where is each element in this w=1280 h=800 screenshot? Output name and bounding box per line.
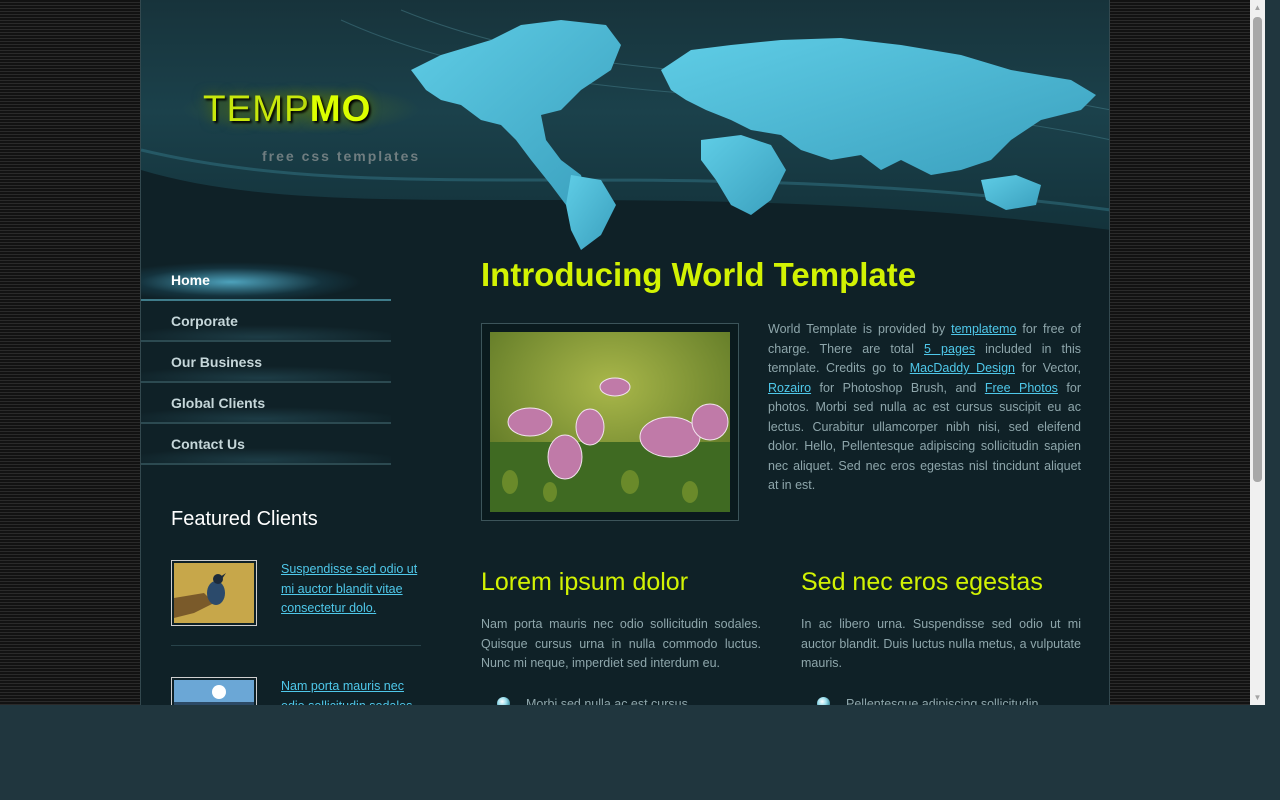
page-title: Introducing World Template [481,256,917,293]
client-link[interactable]: Nam porta mauris nec odio sollicitudin s… [281,677,421,705]
browser-viewport: TEMPMO free css templates Home Corporate… [0,0,1250,705]
vertical-scrollbar[interactable]: ▲ ▼ [1250,0,1265,705]
main-menu: Home Corporate Our Business Global Clien… [141,260,391,465]
bird-photo [174,563,254,623]
column-text: Nam porta mauris nec odio sollicitudin s… [481,617,761,670]
content-column-right: Sed nec eros egestas In ac libero urna. … [801,568,1081,705]
intro-paragraph: World Template is provided by templatemo… [768,320,1081,496]
list-item-text: Pellentesque adipiscing sollicitudin [846,696,1039,706]
site-logo[interactable]: TEMPMO [203,88,371,130]
column-heading: Sed nec eros egestas [801,568,1043,596]
flowers-photo [490,332,730,512]
sky-photo [174,680,254,705]
featured-photo-frame [481,323,739,521]
logo-text-part1: TEMP [203,88,310,129]
intro-text: for Photoshop Brush, and [811,380,985,395]
site-header: TEMPMO free css templates [141,0,1109,250]
intro-text: for Vector, [1015,361,1081,375]
list-item-text: Morbi sed nulla ac est cursus [526,696,688,706]
menu-item-global-clients[interactable]: Global Clients [141,383,391,424]
site-tagline: free css templates [262,148,421,164]
menu-item-our-business[interactable]: Our Business [141,342,391,383]
scrollbar-thumb[interactable] [1253,17,1262,482]
free-photos-link[interactable]: Free Photos [985,381,1058,395]
menu-item-label: Global Clients [171,395,266,411]
logo-text-part2: MO [309,88,372,129]
list-item: Pellentesque adipiscing sollicitudin [801,696,1081,706]
client-thumbnail[interactable] [171,560,257,626]
menu-item-label: Home [171,272,210,288]
templatemo-link[interactable]: templatemo [951,322,1016,336]
page-container: TEMPMO free css templates Home Corporate… [140,0,1110,705]
featured-clients-heading: Featured Clients [171,508,318,530]
rozairo-link[interactable]: Rozairo [768,381,811,395]
globe-bullet-icon [817,696,830,705]
content-column-left: Lorem ipsum dolor Nam porta mauris nec o… [481,568,761,705]
scroll-down-icon[interactable]: ▼ [1250,690,1265,705]
client-link[interactable]: Suspendisse sed odio ut mi auctor blandi… [281,560,421,619]
menu-item-label: Corporate [171,313,238,329]
menu-item-corporate[interactable]: Corporate [141,301,391,342]
client-thumbnail[interactable] [171,677,257,705]
menu-item-contact-us[interactable]: Contact Us [141,424,391,465]
menu-item-label: Contact Us [171,436,245,452]
intro-text: for photos. Morbi sed nulla ac est cursu… [768,380,1082,493]
macdaddy-link[interactable]: MacDaddy Design [910,361,1015,375]
column-text: In ac libero urna. Suspendisse sed odio … [801,617,1081,670]
globe-bullet-icon [497,696,510,705]
column-heading: Lorem ipsum dolor [481,568,689,596]
menu-item-label: Our Business [171,354,263,370]
intro-text: World Template is provided by [768,322,952,336]
client-divider [171,645,421,646]
scroll-up-icon[interactable]: ▲ [1250,0,1265,15]
list-item: Morbi sed nulla ac est cursus [481,696,761,706]
menu-item-home[interactable]: Home [141,260,391,301]
pages-link[interactable]: 5 pages [924,342,975,356]
